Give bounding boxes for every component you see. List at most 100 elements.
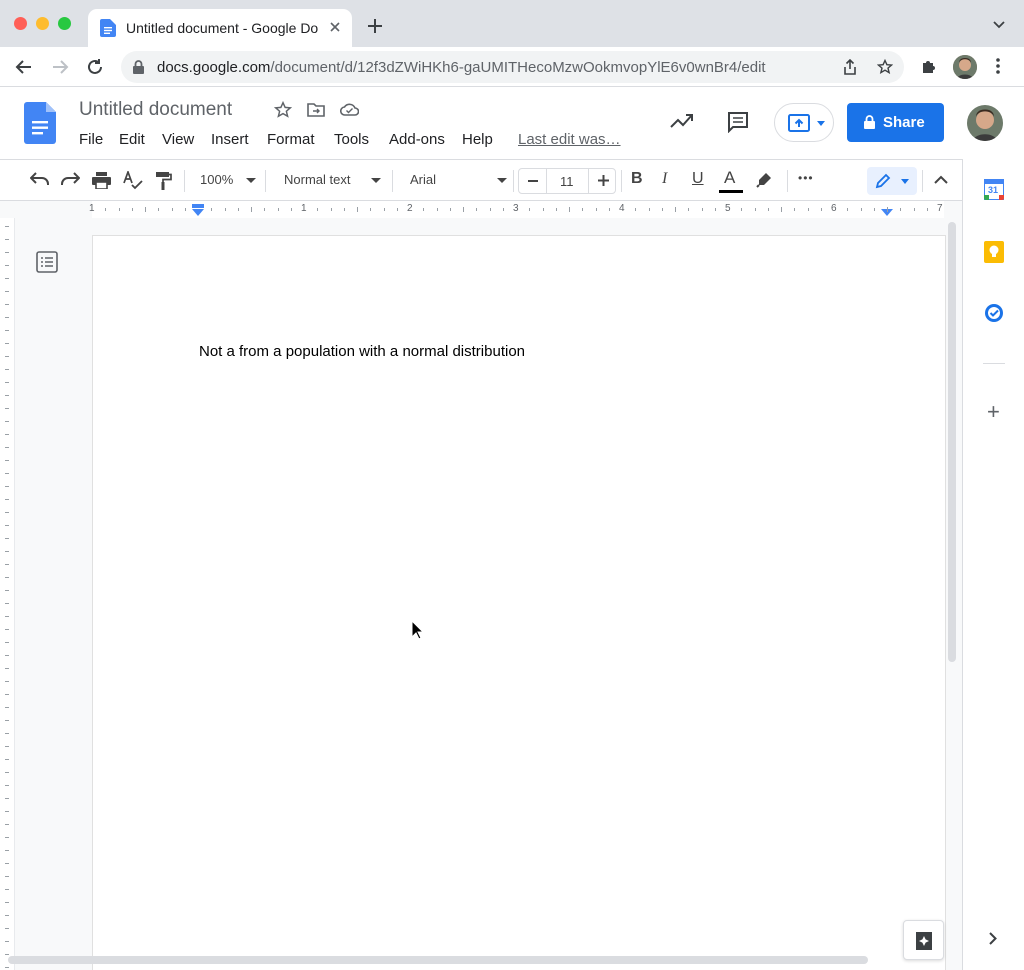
browser-tab-active[interactable]: Untitled document - Google Docs (88, 9, 352, 47)
italic-button[interactable]: I (662, 170, 667, 194)
get-add-ons-plus-button[interactable]: + (987, 399, 1000, 425)
redo-icon[interactable] (61, 172, 80, 186)
print-icon[interactable] (92, 172, 111, 189)
menu-insert[interactable]: Insert (211, 131, 249, 148)
keep-icon[interactable] (984, 241, 1004, 263)
browser-menu-icon[interactable] (996, 58, 1000, 74)
docs-home-icon[interactable] (24, 102, 56, 144)
document-body-text[interactable]: Not a from a population with a normal di… (199, 343, 525, 360)
menu-help[interactable]: Help (462, 131, 493, 148)
menu-add-ons[interactable]: Add-ons (389, 131, 445, 148)
last-edit-link[interactable]: Last edit was… (518, 131, 621, 148)
ruler-tick (820, 207, 822, 211)
ruler-tick (5, 603, 9, 604)
font-family-select[interactable]: Arial (410, 172, 436, 196)
ruler-tick (5, 239, 9, 240)
star-document-icon[interactable] (274, 101, 292, 119)
menu-view[interactable]: View (162, 131, 194, 148)
highlight-pen-icon[interactable] (755, 171, 773, 189)
address-bar[interactable]: docs.google.com/document/d/12f3dZWiHKh6-… (121, 51, 904, 83)
font-dropdown-caret-icon[interactable] (497, 178, 507, 183)
ruler-tick (5, 278, 9, 279)
ruler-tick (5, 408, 9, 409)
mouse-cursor-icon (411, 620, 424, 640)
font-size-stepper[interactable]: 11 (518, 168, 616, 194)
menu-edit[interactable]: Edit (119, 131, 145, 148)
url-path: /document/d/12f3dZWiHKh6-gaUMITHecoMzwOo… (270, 59, 766, 76)
reload-icon[interactable] (86, 58, 104, 76)
menu-tools[interactable]: Tools (334, 131, 369, 148)
ruler-tick (754, 207, 756, 211)
spellcheck-icon[interactable] (123, 171, 143, 190)
vertical-ruler[interactable] (0, 218, 15, 970)
new-tab-icon[interactable] (367, 18, 383, 34)
zoom-select[interactable]: 100% (200, 172, 233, 196)
bookmark-star-icon[interactable] (877, 59, 893, 75)
account-avatar[interactable] (967, 105, 1003, 141)
document-title[interactable]: Untitled document (79, 99, 232, 121)
underline-button[interactable]: U (692, 170, 704, 194)
tab-search-chevron-icon[interactable] (993, 21, 1005, 29)
comments-icon[interactable] (727, 111, 749, 133)
share-page-icon[interactable] (843, 59, 857, 75)
decrease-font-size-icon[interactable] (528, 180, 538, 182)
back-arrow-icon[interactable] (15, 58, 33, 76)
tasks-icon[interactable] (984, 303, 1004, 323)
ruler-tick (5, 330, 9, 331)
left-indent-marker[interactable] (192, 209, 204, 216)
undo-icon[interactable] (30, 172, 49, 186)
ruler-tick (555, 207, 557, 211)
cloud-saved-icon[interactable] (340, 102, 359, 116)
bold-button[interactable]: B (631, 170, 643, 194)
vertical-scrollbar[interactable] (948, 222, 956, 662)
ruler-tick (5, 395, 9, 396)
font-size-input[interactable]: 11 (560, 174, 574, 189)
ruler-tick (900, 207, 902, 211)
horizontal-scrollbar[interactable] (8, 956, 868, 964)
share-button[interactable]: Share (847, 103, 944, 142)
lock-icon[interactable] (133, 60, 144, 74)
horizontal-ruler[interactable]: 1 1 2 3 4 5 6 7 (0, 201, 962, 218)
present-dropdown-caret-icon[interactable] (817, 121, 825, 126)
text-color-button[interactable]: A (724, 168, 735, 192)
calendar-icon[interactable]: 31 (984, 179, 1004, 200)
close-window-button[interactable] (14, 17, 27, 30)
ruler-tick (489, 207, 491, 211)
hide-menus-chevron-icon[interactable] (934, 175, 948, 184)
activity-trend-icon[interactable] (670, 113, 694, 129)
ruler-tick (542, 207, 544, 211)
menu-format[interactable]: Format (267, 131, 315, 148)
style-dropdown-caret-icon[interactable] (371, 178, 381, 183)
more-options-button[interactable]: ••• (798, 171, 814, 195)
ruler-tick (449, 207, 451, 211)
ruler-tick (5, 382, 9, 383)
menu-file[interactable]: File (79, 131, 103, 148)
profile-avatar[interactable] (953, 55, 977, 79)
extensions-puzzle-icon[interactable] (920, 57, 938, 75)
ruler-tick (396, 207, 398, 211)
document-outline-icon[interactable] (36, 251, 58, 273)
forward-arrow-icon[interactable] (51, 58, 69, 76)
expand-side-panel-chevron-icon[interactable] (989, 932, 997, 945)
ruler-tick (661, 207, 663, 211)
ruler-tick (5, 642, 9, 643)
ruler-tick (781, 206, 782, 212)
move-folder-icon[interactable] (307, 102, 325, 117)
ruler-tick (290, 207, 292, 211)
minimize-window-button[interactable] (36, 17, 49, 30)
editing-mode-button[interactable] (867, 167, 917, 195)
browser-toolbar: docs.google.com/document/d/12f3dZWiHKh6-… (0, 47, 1024, 87)
ruler-tick (317, 207, 319, 211)
ruler-tick (5, 525, 9, 526)
ruler-tick (251, 206, 252, 212)
explore-button[interactable] (903, 920, 944, 960)
increase-font-size-icon[interactable] (598, 175, 609, 186)
present-button[interactable] (774, 103, 834, 142)
close-tab-icon[interactable] (328, 20, 342, 34)
maximize-window-button[interactable] (58, 17, 71, 30)
document-page[interactable]: Not a from a population with a normal di… (93, 236, 945, 970)
zoom-dropdown-caret-icon[interactable] (246, 178, 256, 183)
paint-format-icon[interactable] (155, 171, 172, 190)
paragraph-style-select[interactable]: Normal text (284, 172, 350, 196)
first-line-indent-marker[interactable] (192, 204, 204, 208)
